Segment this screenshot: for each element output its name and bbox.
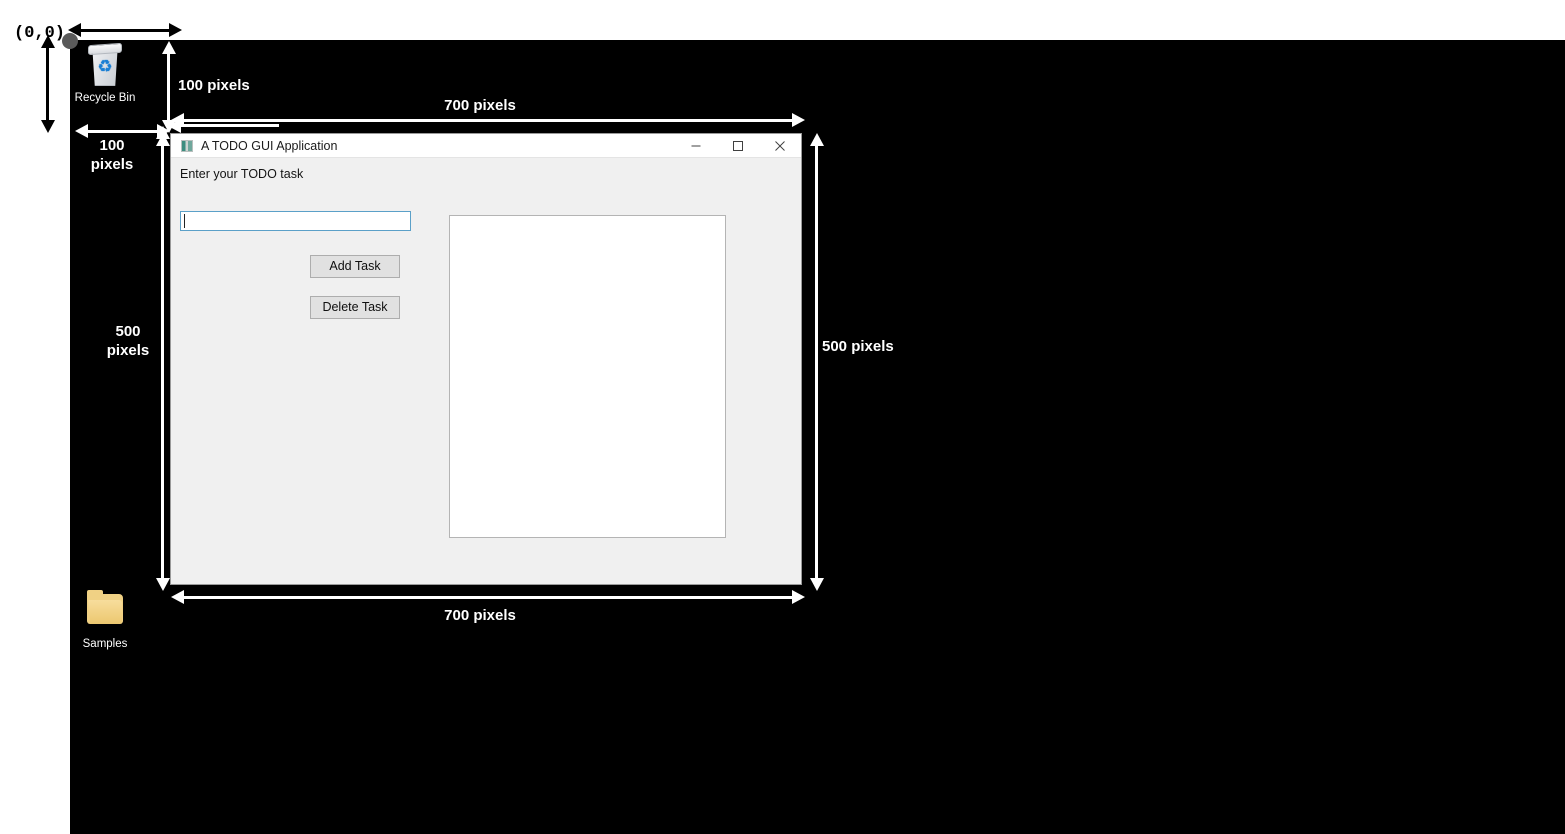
app-icon: [181, 139, 193, 152]
arrow-line-window-y-connector: [179, 124, 279, 127]
arrow-line-top-x: [81, 29, 169, 32]
add-task-button[interactable]: Add Task: [310, 255, 400, 278]
annotation-width-top: 700 pixels: [444, 97, 516, 114]
arrow-head-height-left-down: [156, 578, 170, 591]
arrow-head-top-x-right: [169, 23, 182, 37]
arrow-line-width-top: [184, 119, 792, 122]
arrow-head-height-left-up: [156, 133, 170, 146]
arrow-head-left-y-down: [41, 120, 55, 133]
window-title: A TODO GUI Application: [201, 138, 338, 153]
desktop-icon-samples[interactable]: Samples: [63, 590, 147, 651]
folder-icon: [63, 590, 147, 634]
delete-task-button[interactable]: Delete Task: [310, 296, 400, 319]
annotation-left-offset-y: 100 pixels: [8, 69, 52, 105]
arrow-line-width-bottom: [184, 596, 792, 599]
arrow-head-width-bottom-left: [171, 590, 184, 604]
window-client-area: Enter your TODO task Add Task Delete Tas…: [171, 158, 801, 584]
arrow-line-window-y: [167, 52, 170, 122]
arrow-head-window-y-up: [162, 41, 176, 54]
annotation-window-offset-y: 100 pixels: [178, 77, 250, 94]
arrow-line-height-left: [161, 144, 164, 580]
annotation-width-bottom: 700 pixels: [444, 607, 516, 624]
desktop-icon-recycle-bin[interactable]: ♻ Recycle Bin: [63, 42, 147, 105]
recycle-bin-label: Recycle Bin: [74, 92, 136, 104]
arrow-head-top-x-left: [68, 23, 81, 37]
arrow-head-width-bottom-right: [792, 590, 805, 604]
close-button[interactable]: [759, 134, 801, 157]
task-input[interactable]: [180, 211, 411, 231]
window-titlebar[interactable]: A TODO GUI Application: [171, 134, 801, 158]
task-input-label: Enter your TODO task: [180, 167, 304, 181]
arrow-head-window-x-left: [75, 124, 88, 138]
minimize-button[interactable]: [675, 134, 717, 157]
annotation-height-left: 500 pixels: [106, 323, 150, 359]
recycle-bin-icon: ♻: [63, 42, 147, 88]
arrow-head-height-right-up: [810, 133, 824, 146]
arrow-head-height-right-down: [810, 578, 824, 591]
arrow-line-height-right: [815, 144, 818, 580]
samples-label: Samples: [82, 638, 128, 650]
origin-label: (0,0): [14, 24, 66, 43]
arrow-line-window-x: [88, 130, 164, 133]
annotation-window-offset-x: 100 pixels: [90, 137, 134, 173]
maximize-button[interactable]: [717, 134, 759, 157]
todo-application-window[interactable]: A TODO GUI Application Enter your TODO t…: [170, 133, 802, 585]
close-icon: [775, 140, 785, 151]
arrow-head-width-top-left: [171, 113, 184, 127]
arrow-line-left-y: [46, 46, 49, 122]
minimize-icon: [691, 145, 701, 146]
task-listbox[interactable]: [449, 215, 726, 538]
text-caret: [184, 214, 185, 228]
maximize-icon: [733, 140, 743, 151]
annotation-height-right: 500 pixels: [822, 338, 894, 355]
arrow-head-left-y-up: [41, 35, 55, 48]
arrow-head-width-top-right: [792, 113, 805, 127]
